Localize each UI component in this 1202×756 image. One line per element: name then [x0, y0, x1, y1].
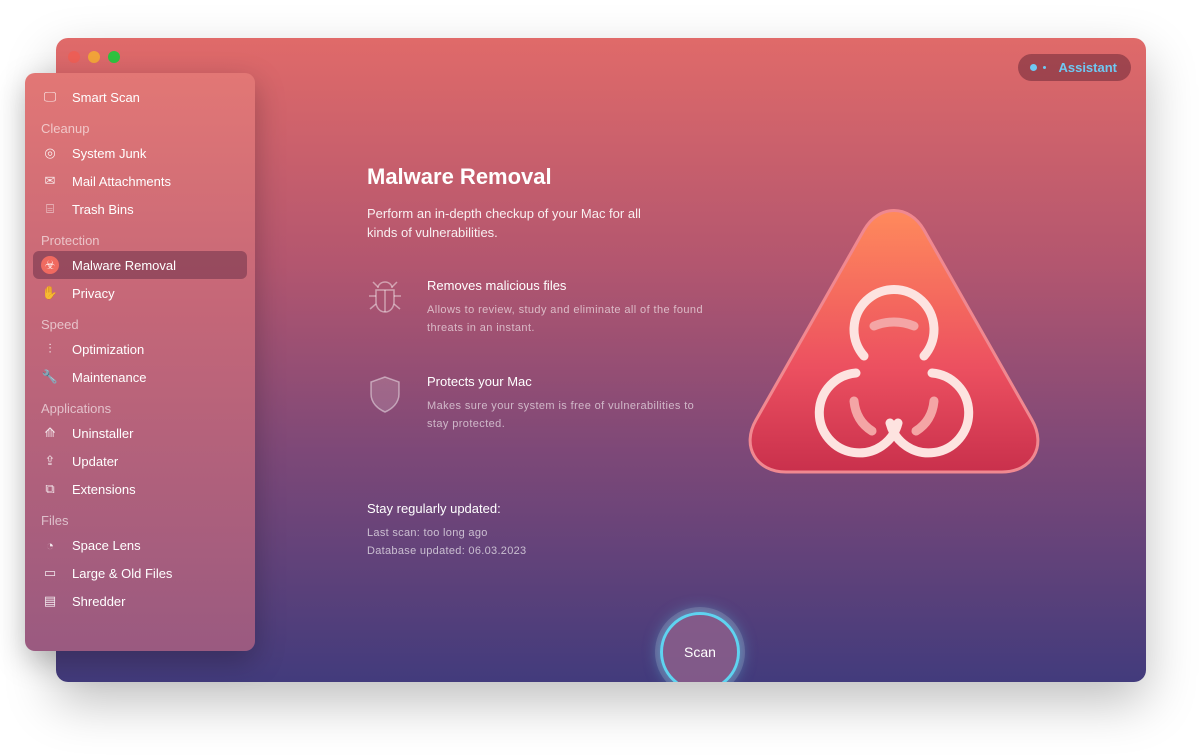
scan-button[interactable]: Scan [660, 612, 740, 682]
update-title: Stay regularly updated: [367, 501, 501, 516]
bug-icon [367, 278, 427, 337]
sidebar-item-large-old-files[interactable]: ▭ Large & Old Files [33, 559, 247, 587]
sidebar-item-updater[interactable]: ⇪ Updater [33, 447, 247, 475]
page-description: Perform an in-depth checkup of your Mac … [367, 206, 641, 240]
sidebar-section-speed: Speed [41, 317, 79, 332]
sidebar-section-protection: Protection [41, 233, 100, 248]
sidebar-item-trash-bins[interactable]: ⌸ Trash Bins [33, 195, 247, 223]
sidebar-item-shredder[interactable]: ▤ Shredder [33, 587, 247, 615]
hand-icon: ✋ [41, 285, 59, 300]
main-content: Malware Removal Perform an in-depth chec… [367, 164, 747, 557]
sidebar-item-label: Uninstaller [72, 425, 134, 441]
sidebar-item-mail-attachments[interactable]: ✉ Mail Attachments [33, 167, 247, 195]
feature-text: Allows to review, study and eliminate al… [427, 304, 703, 334]
sidebar-item-label: Mail Attachments [72, 173, 171, 189]
feature-removes-files: Removes malicious files Allows to review,… [367, 278, 717, 337]
sidebar-section-applications: Applications [41, 401, 112, 416]
sidebar: 🖵 Smart Scan Cleanup ◎ System Junk ✉ Mail Att… [25, 73, 255, 651]
feature-title: Removes malicious files [427, 278, 567, 293]
feature-text: Makes sure your system is free of vulner… [427, 400, 695, 430]
close-button[interactable] [68, 51, 80, 63]
update-info: Stay regularly updated: Last scan: too l… [367, 501, 526, 560]
sidebar-item-smart-scan[interactable]: 🖵 Smart Scan [33, 83, 247, 111]
sidebar-item-label: Optimization [72, 341, 145, 357]
sidebar-item-optimization[interactable]: ⫶ Optimization [33, 335, 247, 363]
assistant-button[interactable]: Assistant [1018, 54, 1131, 81]
assistant-dot-icon [1030, 64, 1038, 71]
sidebar-item-system-junk[interactable]: ◎ System Junk [33, 139, 247, 167]
sidebar-section-files: Files [41, 513, 69, 528]
shredder-icon: ▤ [43, 593, 57, 608]
sidebar-item-label: System Junk [72, 145, 147, 161]
extensions-icon: ⧉ [45, 481, 55, 496]
updater-icon: ⇪ [44, 453, 56, 468]
sidebar-item-label: Maintenance [72, 369, 147, 385]
sidebar-item-label: Malware Removal [72, 257, 177, 273]
sidebar-item-privacy[interactable]: ✋ Privacy [33, 279, 247, 307]
sidebar-item-label: Extensions [72, 481, 136, 497]
feature-protects-mac: Protects your Mac Makes sure your system … [367, 374, 717, 433]
wrench-icon: 🔧 [41, 369, 59, 384]
shield-icon [367, 374, 427, 433]
sidebar-item-label: Updater [72, 453, 119, 469]
page-title: Malware Removal [367, 164, 552, 189]
biohazard-icon [746, 208, 1042, 488]
sliders-icon: ⫶ [48, 341, 52, 356]
feature-title: Protects your Mac [427, 374, 532, 389]
junk-icon: ◎ [44, 145, 56, 160]
sidebar-item-label: Privacy [72, 285, 115, 301]
sidebar-item-label: Space Lens [72, 537, 141, 553]
sidebar-item-label: Shredder [72, 593, 126, 609]
folder-icon: ▭ [43, 565, 57, 580]
sidebar-item-label: Large & Old Files [72, 565, 173, 581]
sidebar-item-space-lens[interactable]: ◔ Space Lens [33, 531, 247, 559]
uninstaller-icon: ⟰ [44, 425, 56, 440]
sidebar-item-uninstaller[interactable]: ⟰ Uninstaller [33, 419, 247, 447]
monitor-icon: 🖵 [43, 89, 57, 104]
sidebar-item-maintenance[interactable]: 🔧 Maintenance [33, 363, 247, 391]
sidebar-item-label: Trash Bins [72, 201, 134, 217]
mail-icon: ✉ [44, 173, 56, 188]
assistant-dot-small-icon [1043, 66, 1047, 69]
sidebar-item-malware-removal[interactable]: ☣ Malware Removal [33, 251, 247, 279]
assistant-label: Assistant [1058, 60, 1117, 75]
last-scan: Last scan: too long ago [367, 527, 488, 539]
database-updated: Database updated: 06.03.2023 [367, 545, 527, 557]
zoom-button[interactable] [108, 51, 120, 63]
lens-icon: ◔ [46, 537, 54, 553]
trash-icon: ⌸ [46, 201, 54, 216]
minimize-button[interactable] [88, 51, 100, 63]
sidebar-item-label: Smart Scan [72, 89, 140, 105]
sidebar-section-cleanup: Cleanup [41, 121, 90, 136]
sidebar-item-extensions[interactable]: ⧉ Extensions [33, 475, 247, 503]
window-controls [68, 51, 120, 63]
biohazard-icon: ☣ [41, 256, 59, 274]
